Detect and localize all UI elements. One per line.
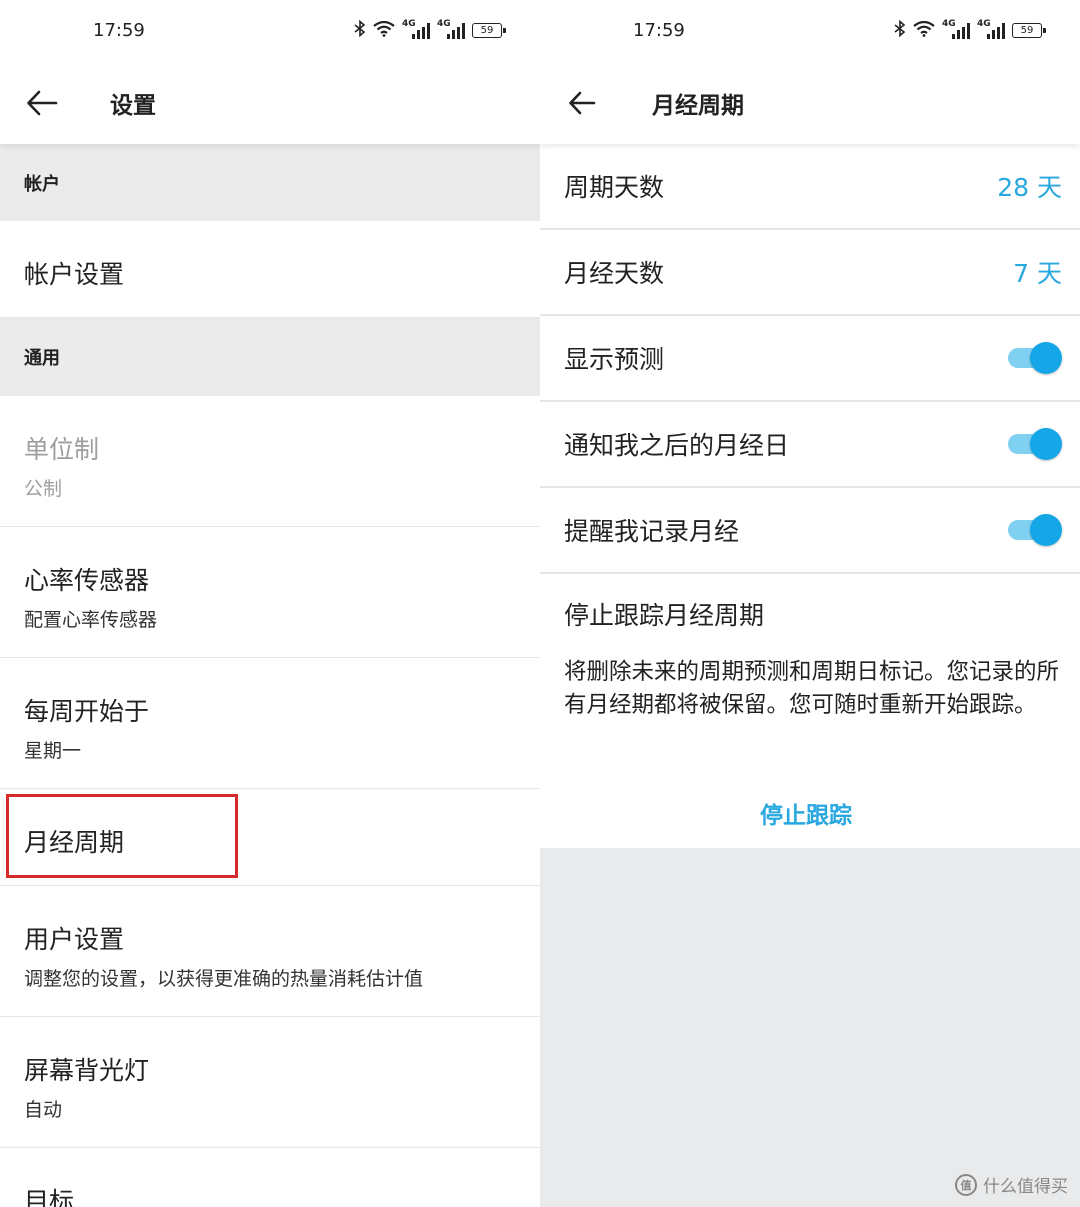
settings-item-user-settings[interactable]: 用户设置 调整您的设置，以获得更准确的热量消耗估计值 [0,886,540,1017]
period-length-value[interactable]: 7 天 [1013,254,1062,290]
settings-item-heart-rate-sensor[interactable]: 心率传感器 配置心率传感器 [0,527,540,658]
row-label: 月经天数 [564,259,665,288]
section-header-account: 帐户 [0,144,540,221]
status-bar: 17:59 4G 4G 59 [540,0,1080,62]
remind-log-period-toggle[interactable] [1008,514,1062,546]
item-subtitle: 自动 [24,1099,63,1121]
menstrual-cycle-screen: 17:59 4G 4G 59 月经周期 周期天数 28 天 月经天数 7 天 显… [540,0,1080,1207]
stop-tracking-title: 停止跟踪月经周期 [564,601,765,630]
settings-screen: 17:59 4G 4G 59 设置 帐户 帐户设置 通用 单位制 公制 心率传感… [0,0,540,1207]
show-prediction-toggle[interactable] [1008,342,1062,374]
signal-4g-icon: 4G [942,19,970,39]
signal-4g-icon: 4G [977,19,1005,39]
stop-tracking-button[interactable]: 停止跟踪 [760,796,852,830]
item-title: 心率传感器 [24,566,150,595]
signal-4g-icon: 4G [437,19,465,39]
empty-area [540,848,1080,1207]
row-label: 通知我之后的月经日 [564,431,790,460]
cycle-length-row[interactable]: 周期天数 28 天 [540,144,1080,230]
settings-item-account[interactable]: 帐户设置 [0,221,540,318]
row-label: 提醒我记录月经 [564,517,740,546]
bluetooth-icon [894,19,906,41]
watermark: 值 什么值得买 [955,1172,1068,1197]
item-subtitle: 公制 [24,478,63,500]
bluetooth-icon [354,19,366,41]
notify-next-period-row[interactable]: 通知我之后的月经日 [540,402,1080,488]
item-subtitle: 调整您的设置，以获得更准确的热量消耗估计值 [24,968,424,990]
item-title: 帐户设置 [24,260,125,289]
row-label: 显示预测 [564,345,665,374]
status-icons: 4G 4G 59 [354,19,506,41]
battery-icon: 59 [472,23,506,38]
notify-next-period-toggle[interactable] [1008,428,1062,460]
status-icons: 4G 4G 59 [894,19,1046,41]
app-header: 月经周期 [540,62,1080,144]
battery-icon: 59 [1012,23,1046,38]
section-header-general: 通用 [0,318,540,396]
back-arrow-icon[interactable] [568,89,600,117]
period-length-row[interactable]: 月经天数 7 天 [540,230,1080,316]
item-title: 单位制 [24,435,100,464]
settings-item-units: 单位制 公制 [0,396,540,527]
page-title: 月经周期 [652,93,744,119]
show-prediction-row[interactable]: 显示预测 [540,316,1080,402]
row-label: 周期天数 [564,173,665,202]
status-time: 17:59 [93,20,145,41]
item-subtitle: 星期一 [24,740,82,762]
item-title: 每周开始于 [24,697,150,726]
watermark-text: 什么值得买 [983,1177,1068,1197]
page-title: 设置 [110,93,156,119]
settings-item-week-start[interactable]: 每周开始于 星期一 [0,658,540,789]
item-title: 目标 [24,1187,75,1207]
item-subtitle: 配置心率传感器 [24,609,158,631]
cycle-length-value[interactable]: 28 天 [997,168,1062,204]
highlight-box [6,794,238,878]
wifi-icon [373,20,395,41]
remind-log-period-row[interactable]: 提醒我记录月经 [540,488,1080,574]
settings-item-backlight[interactable]: 屏幕背光灯 自动 [0,1017,540,1148]
status-time: 17:59 [633,20,685,41]
item-title: 用户设置 [24,925,125,954]
back-arrow-icon[interactable] [26,89,58,117]
watermark-logo-icon: 值 [955,1173,977,1196]
settings-item-goals[interactable]: 目标 [0,1148,540,1207]
wifi-icon [913,20,935,41]
app-header: 设置 [0,62,540,144]
stop-tracking-description: 将删除未来的周期预测和周期日标记。您记录的所有月经期都将被保留。您可随时重新开始… [564,659,1060,718]
item-title: 屏幕背光灯 [24,1056,150,1085]
signal-4g-icon: 4G [402,19,430,39]
status-bar: 17:59 4G 4G 59 [0,0,540,62]
